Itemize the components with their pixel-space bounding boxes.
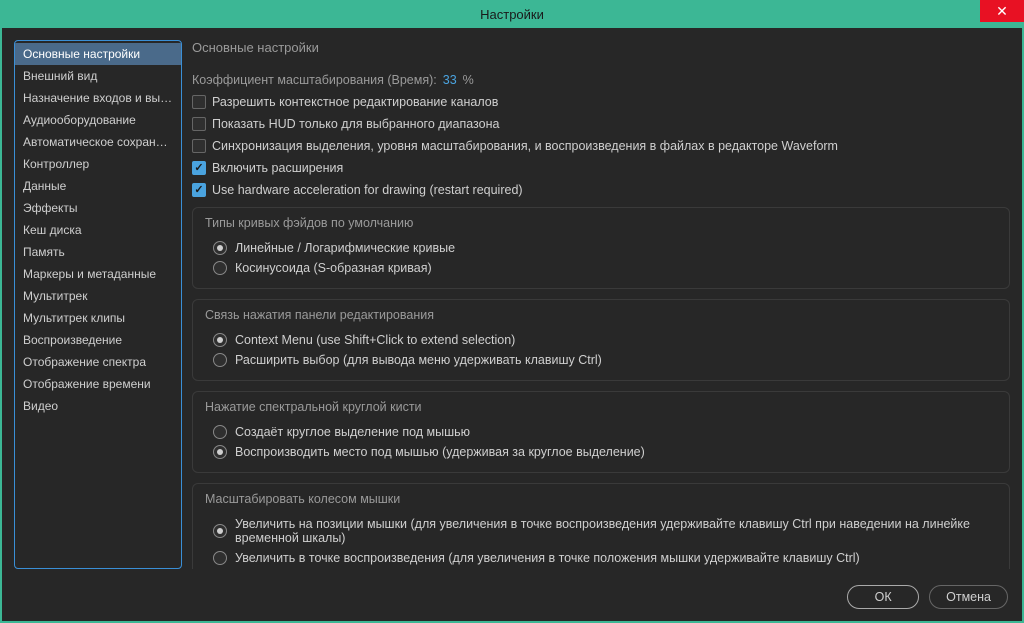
radio-row: Увеличить на позиции мышки (для увеличен… bbox=[205, 514, 997, 548]
settings-window: Настройки ✕ Основные настройки Внешний в… bbox=[0, 0, 1024, 623]
sidebar-item-playback[interactable]: Воспроизведение bbox=[15, 329, 181, 351]
sidebar-item-memory[interactable]: Память bbox=[15, 241, 181, 263]
checkbox-row: Показать HUD только для выбранного диапа… bbox=[192, 117, 1010, 131]
sidebar-item-effects[interactable]: Эффекты bbox=[15, 197, 181, 219]
radio-label[interactable]: Расширить выбор (для вывода меню удержив… bbox=[235, 353, 602, 367]
sidebar-item-label: Память bbox=[23, 245, 65, 259]
close-button[interactable]: ✕ bbox=[980, 0, 1024, 22]
sidebar-item-label: Маркеры и метаданные bbox=[23, 267, 156, 281]
sidebar-item-appearance[interactable]: Внешний вид bbox=[15, 65, 181, 87]
group-title: Нажатие спектральной круглой кисти bbox=[205, 400, 997, 414]
settings-panel: Основные настройки Коэффициент масштабир… bbox=[192, 40, 1010, 569]
checkbox-sync-selection[interactable] bbox=[192, 139, 206, 153]
checkbox-row: Разрешить контекстное редактирование кан… bbox=[192, 95, 1010, 109]
radio-row: Context Menu (use Shift+Click to extend … bbox=[205, 330, 997, 350]
checkbox-row: Use hardware acceleration for drawing (r… bbox=[192, 183, 1010, 197]
sidebar-item-markers-metadata[interactable]: Маркеры и метаданные bbox=[15, 263, 181, 285]
radio-row: Воспроизводить место под мышью (удержива… bbox=[205, 442, 997, 462]
sidebar-item-label: Кеш диска bbox=[23, 223, 82, 237]
sidebar-item-multitrack-clips[interactable]: Мультитрек клипы bbox=[15, 307, 181, 329]
radio-label[interactable]: Косинусоида (S-образная кривая) bbox=[235, 261, 432, 275]
sidebar-item-label: Эффекты bbox=[23, 201, 78, 215]
checkbox-hud-selection[interactable] bbox=[192, 117, 206, 131]
sidebar-item-video[interactable]: Видео bbox=[15, 395, 181, 417]
checkbox-label[interactable]: Включить расширения bbox=[212, 161, 343, 175]
sidebar-item-data[interactable]: Данные bbox=[15, 175, 181, 197]
close-icon: ✕ bbox=[996, 3, 1008, 20]
group-title: Масштабировать колесом мышки bbox=[205, 492, 997, 506]
sidebar-item-media-cache[interactable]: Кеш диска bbox=[15, 219, 181, 241]
group-editor-click: Связь нажатия панели редактирования Cont… bbox=[192, 299, 1010, 381]
sidebar-item-label: Основные настройки bbox=[23, 47, 140, 61]
checkbox-row: Синхронизация выделения, уровня масштаби… bbox=[192, 139, 1010, 153]
sidebar-item-label: Отображение спектра bbox=[23, 355, 146, 369]
ok-button[interactable]: ОК bbox=[847, 585, 919, 609]
sidebar-item-label: Контроллер bbox=[23, 157, 89, 171]
radio-label[interactable]: Context Menu (use Shift+Click to extend … bbox=[235, 333, 515, 347]
radio-zoom-mouse-pos[interactable] bbox=[213, 524, 227, 538]
panel-title: Основные настройки bbox=[192, 40, 1010, 55]
titlebar: Настройки ✕ bbox=[0, 0, 1024, 28]
sidebar-item-auto-save[interactable]: Автоматическое сохранение bbox=[15, 131, 181, 153]
sidebar-item-label: Назначение входов и выходов bbox=[23, 91, 181, 105]
radio-cosine[interactable] bbox=[213, 261, 227, 275]
radio-row: Расширить выбор (для вывода меню удержив… bbox=[205, 350, 997, 370]
content-area: Основные настройки Внешний вид Назначени… bbox=[2, 28, 1022, 621]
sidebar-item-label: Автоматическое сохранение bbox=[23, 135, 181, 149]
group-title: Типы кривых фэйдов по умолчанию bbox=[205, 216, 997, 230]
radio-row: Создаёт круглое выделение под мышью bbox=[205, 422, 997, 442]
checkbox-enable-extensions[interactable] bbox=[192, 161, 206, 175]
radio-row: Линейные / Логарифмические кривые bbox=[205, 238, 997, 258]
sidebar-item-label: Внешний вид bbox=[23, 69, 97, 83]
dialog-footer: ОК Отмена bbox=[2, 577, 1022, 621]
sidebar-item-label: Мультитрек bbox=[23, 289, 87, 303]
sidebar-item-spectral-display[interactable]: Отображение спектра bbox=[15, 351, 181, 373]
checkbox-row: Включить расширения bbox=[192, 161, 1010, 175]
sidebar-item-control-surface[interactable]: Контроллер bbox=[15, 153, 181, 175]
zoom-value[interactable]: 33 bbox=[443, 73, 457, 87]
checkbox-label[interactable]: Показать HUD только для выбранного диапа… bbox=[212, 117, 499, 131]
group-title: Связь нажатия панели редактирования bbox=[205, 308, 997, 322]
cancel-button[interactable]: Отмена bbox=[929, 585, 1008, 609]
radio-context-menu[interactable] bbox=[213, 333, 227, 347]
radio-label[interactable]: Увеличить в точке воспроизведения (для у… bbox=[235, 551, 860, 565]
checkbox-context-channel-edit[interactable] bbox=[192, 95, 206, 109]
radio-create-selection[interactable] bbox=[213, 425, 227, 439]
checkbox-label[interactable]: Разрешить контекстное редактирование кан… bbox=[212, 95, 498, 109]
sidebar-item-label: Данные bbox=[23, 179, 66, 193]
sidebar-item-label: Отображение времени bbox=[23, 377, 151, 391]
sidebar-item-label: Воспроизведение bbox=[23, 333, 122, 347]
main-area: Основные настройки Внешний вид Назначени… bbox=[2, 28, 1022, 577]
radio-row: Косинусоида (S-образная кривая) bbox=[205, 258, 997, 278]
window-title: Настройки bbox=[480, 7, 544, 22]
sidebar-item-general[interactable]: Основные настройки bbox=[15, 43, 181, 65]
checkbox-label[interactable]: Синхронизация выделения, уровня масштаби… bbox=[212, 139, 838, 153]
radio-extend-selection[interactable] bbox=[213, 353, 227, 367]
zoom-label: Коэффициент масштабирования (Время): bbox=[192, 73, 437, 87]
radio-label[interactable]: Создаёт круглое выделение под мышью bbox=[235, 425, 470, 439]
sidebar-item-time-display[interactable]: Отображение времени bbox=[15, 373, 181, 395]
group-mouse-wheel-zoom: Масштабировать колесом мышки Увеличить н… bbox=[192, 483, 1010, 569]
radio-label[interactable]: Линейные / Логарифмические кривые bbox=[235, 241, 455, 255]
sidebar-item-label: Мультитрек клипы bbox=[23, 311, 125, 325]
zoom-row: Коэффициент масштабирования (Время): 33 … bbox=[192, 73, 1010, 87]
radio-play-under-mouse[interactable] bbox=[213, 445, 227, 459]
sidebar-item-multitrack[interactable]: Мультитрек bbox=[15, 285, 181, 307]
checkbox-label[interactable]: Use hardware acceleration for drawing (r… bbox=[212, 183, 523, 197]
radio-label[interactable]: Увеличить на позиции мышки (для увеличен… bbox=[235, 517, 997, 545]
sidebar: Основные настройки Внешний вид Назначени… bbox=[14, 40, 182, 569]
sidebar-item-label: Видео bbox=[23, 399, 58, 413]
radio-row: Увеличить в точке воспроизведения (для у… bbox=[205, 548, 997, 568]
sidebar-item-hardware-io[interactable]: Назначение входов и выходов bbox=[15, 87, 181, 109]
sidebar-item-audio-hardware[interactable]: Аудиооборудование bbox=[15, 109, 181, 131]
radio-label[interactable]: Воспроизводить место под мышью (удержива… bbox=[235, 445, 645, 459]
radio-linear-log[interactable] bbox=[213, 241, 227, 255]
radio-zoom-playhead[interactable] bbox=[213, 551, 227, 565]
zoom-unit: % bbox=[463, 73, 474, 87]
checkbox-hardware-accel[interactable] bbox=[192, 183, 206, 197]
sidebar-item-label: Аудиооборудование bbox=[23, 113, 136, 127]
group-spectral-brush: Нажатие спектральной круглой кисти Созда… bbox=[192, 391, 1010, 473]
group-fade-curves: Типы кривых фэйдов по умолчанию Линейные… bbox=[192, 207, 1010, 289]
